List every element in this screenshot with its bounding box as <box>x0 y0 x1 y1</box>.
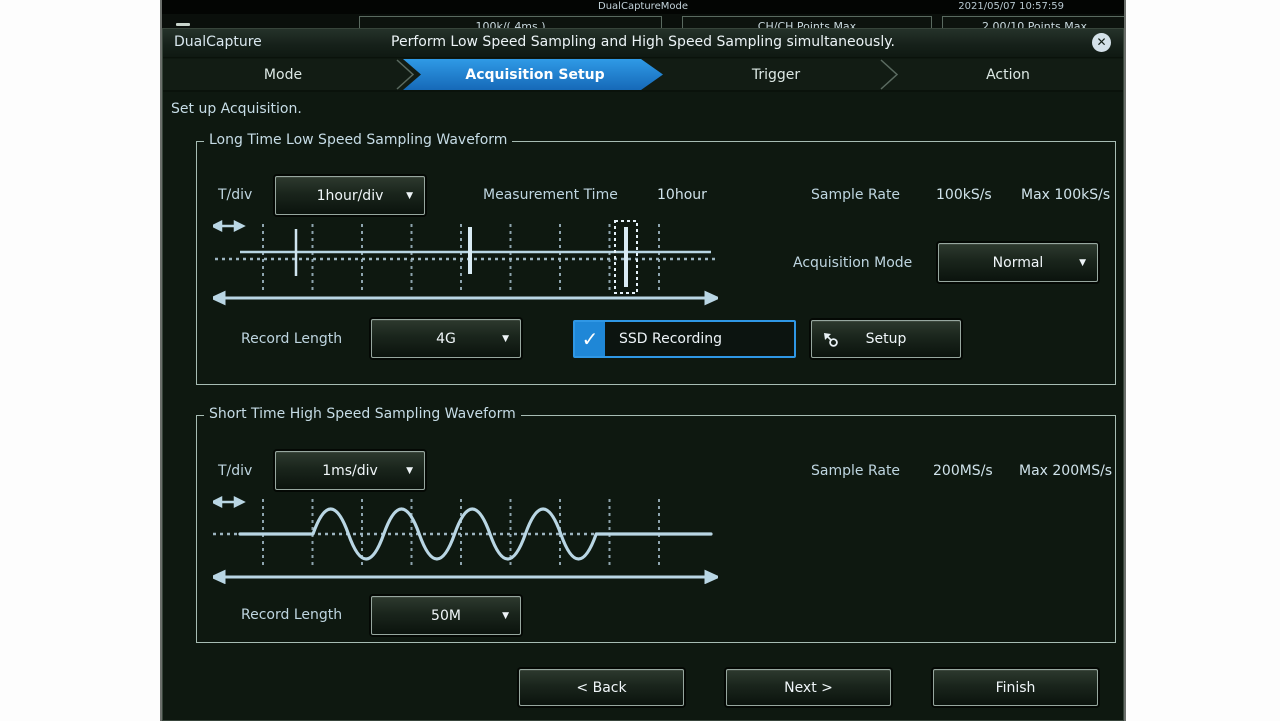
page: DualCaptureMode 2021/05/07 10:57:59 100k… <box>0 0 1280 721</box>
open-setup-dialog-icon <box>822 331 840 349</box>
time-span-arrow-icon <box>213 572 717 582</box>
chevron-down-icon: ▼ <box>406 466 413 476</box>
low-record-length-dropdown[interactable]: 4G ▼ <box>371 319 521 358</box>
status-bar-row2: 100k/( 4ms ) CH/CH Points Max 2.00/10 Po… <box>162 14 1124 28</box>
chevron-down-icon: ▼ <box>502 611 509 621</box>
tab-acquisition-setup[interactable]: Acquisition Setup <box>415 59 655 90</box>
high-record-length-value: 50M <box>431 608 461 624</box>
tab-acquisition-setup-label: Acquisition Setup <box>465 67 604 83</box>
ssd-setup-button[interactable]: Setup <box>811 320 961 358</box>
acquisition-mode-dropdown[interactable]: Normal ▼ <box>938 243 1098 282</box>
page-instruction: Set up Acquisition. <box>171 101 302 117</box>
tab-trigger-label: Trigger <box>752 67 800 83</box>
high-speed-legend: Short Time High Speed Sampling Waveform <box>204 406 521 422</box>
low-sample-rate-label: Sample Rate <box>811 187 900 203</box>
one-division-arrow-icon <box>213 222 243 230</box>
setup-button-label: Setup <box>866 331 907 347</box>
ssd-recording-label: SSD Recording <box>619 331 722 347</box>
high-speed-waveform-diagram <box>213 494 718 584</box>
acquisition-mode-value: Normal <box>993 255 1044 271</box>
ssd-recording-checkbox[interactable]: ✓ SSD Recording <box>573 320 796 358</box>
dialog-titlebar: DualCapture Perform Low Speed Sampling a… <box>163 29 1123 58</box>
time-span-arrow-icon <box>213 293 717 303</box>
close-icon[interactable]: ✕ <box>1092 33 1111 52</box>
chevron-down-icon: ▼ <box>406 191 413 201</box>
tab-trigger[interactable]: Trigger <box>663 59 889 90</box>
low-sample-rate-max: Max 100kS/s <box>1021 187 1110 203</box>
status-points-info-2: 2.00/10 Points Max <box>942 16 1124 28</box>
wizard-tabbar: Mode Acquisition Setup Trigger Action <box>163 59 1123 92</box>
low-tdiv-value: 1hour/div <box>317 188 384 204</box>
tab-action-label: Action <box>986 67 1030 83</box>
high-tdiv-value: 1ms/div <box>322 463 378 479</box>
status-record-info: 100k/( 4ms ) <box>359 16 662 28</box>
back-button[interactable]: < Back <box>519 669 684 706</box>
high-sample-rate-label: Sample Rate <box>811 463 900 479</box>
low-tdiv-label: T/div <box>218 187 252 203</box>
high-record-length-dropdown[interactable]: 50M ▼ <box>371 596 521 635</box>
instrument-screen: DualCaptureMode 2021/05/07 10:57:59 100k… <box>160 0 1126 721</box>
tab-action[interactable]: Action <box>889 59 1126 90</box>
dialog-description: Perform Low Speed Sampling and High Spee… <box>391 34 895 50</box>
chevron-down-icon: ▼ <box>502 334 509 344</box>
high-sample-rate-value: 200MS/s <box>933 463 993 479</box>
high-tdiv-dropdown[interactable]: 1ms/div ▼ <box>275 451 425 490</box>
checkbox-check-icon: ✓ <box>575 322 605 356</box>
dialog-title: DualCapture <box>174 34 262 50</box>
tab-mode-label: Mode <box>264 67 302 83</box>
high-record-length-label: Record Length <box>241 607 342 623</box>
tab-mode[interactable]: Mode <box>163 59 403 90</box>
low-sample-rate-value: 100kS/s <box>936 187 992 203</box>
finish-button[interactable]: Finish <box>933 669 1098 706</box>
clipped-ui-fragment <box>176 23 190 26</box>
dualcapture-dialog: DualCapture Perform Low Speed Sampling a… <box>162 28 1124 721</box>
back-button-label: < Back <box>576 680 626 696</box>
low-record-length-value: 4G <box>436 331 456 347</box>
acquisition-mode-label: Acquisition Mode <box>793 255 912 271</box>
status-datetime: 2021/05/07 10:57:59 <box>958 1 1064 12</box>
low-speed-legend: Long Time Low Speed Sampling Waveform <box>204 132 512 148</box>
finish-button-label: Finish <box>996 680 1036 696</box>
measurement-time-value: 10hour <box>657 187 707 203</box>
low-speed-waveform-diagram <box>213 217 718 307</box>
chevron-down-icon: ▼ <box>1079 258 1086 268</box>
high-sample-rate-max: Max 200MS/s <box>1019 463 1112 479</box>
next-button-label: Next > <box>784 680 833 696</box>
next-button[interactable]: Next > <box>726 669 891 706</box>
low-tdiv-dropdown[interactable]: 1hour/div ▼ <box>275 176 425 215</box>
measurement-time-label: Measurement Time <box>483 187 618 203</box>
low-record-length-label: Record Length <box>241 331 342 347</box>
status-bar: DualCaptureMode 2021/05/07 10:57:59 <box>162 0 1124 14</box>
status-points-info-1: CH/CH Points Max <box>682 16 932 28</box>
high-tdiv-label: T/div <box>218 463 252 479</box>
one-division-arrow-icon <box>213 498 243 506</box>
